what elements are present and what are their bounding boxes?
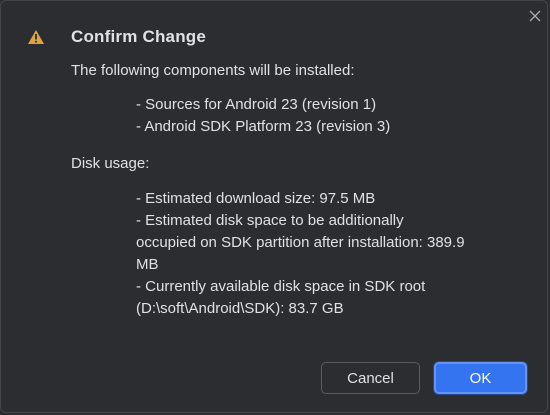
cancel-button[interactable]: Cancel — [321, 362, 420, 394]
warning-icon — [28, 30, 44, 44]
disk-usage-line: (D:\soft\Android\SDK): 83.7 GB — [136, 300, 344, 317]
disk-usage-line: MB — [136, 256, 159, 273]
confirm-change-dialog: Confirm Change The following components … — [0, 0, 548, 413]
component-item: - Sources for Android 23 (revision 1) — [136, 96, 377, 113]
disk-usage-line: - Currently available disk space in SDK … — [136, 278, 426, 295]
disk-usage-details: - Estimated download size: 97.5 MB - Est… — [136, 188, 531, 320]
close-icon — [529, 10, 541, 22]
disk-usage-label: Disk usage: — [71, 155, 150, 172]
component-item: - Android SDK Platform 23 (revision 3) — [136, 118, 391, 135]
disk-usage-line: - Estimated download size: 97.5 MB — [136, 190, 376, 207]
ok-button[interactable]: OK — [434, 362, 527, 394]
disk-usage-line: - Estimated disk space to be additionall… — [136, 212, 404, 229]
components-list: - Sources for Android 23 (revision 1) - … — [136, 94, 536, 138]
disk-usage-line: occupied on SDK partition after installa… — [136, 234, 465, 251]
dialog-title: Confirm Change — [71, 27, 207, 46]
close-button[interactable] — [524, 5, 546, 27]
intro-text: The following components will be install… — [71, 62, 355, 79]
